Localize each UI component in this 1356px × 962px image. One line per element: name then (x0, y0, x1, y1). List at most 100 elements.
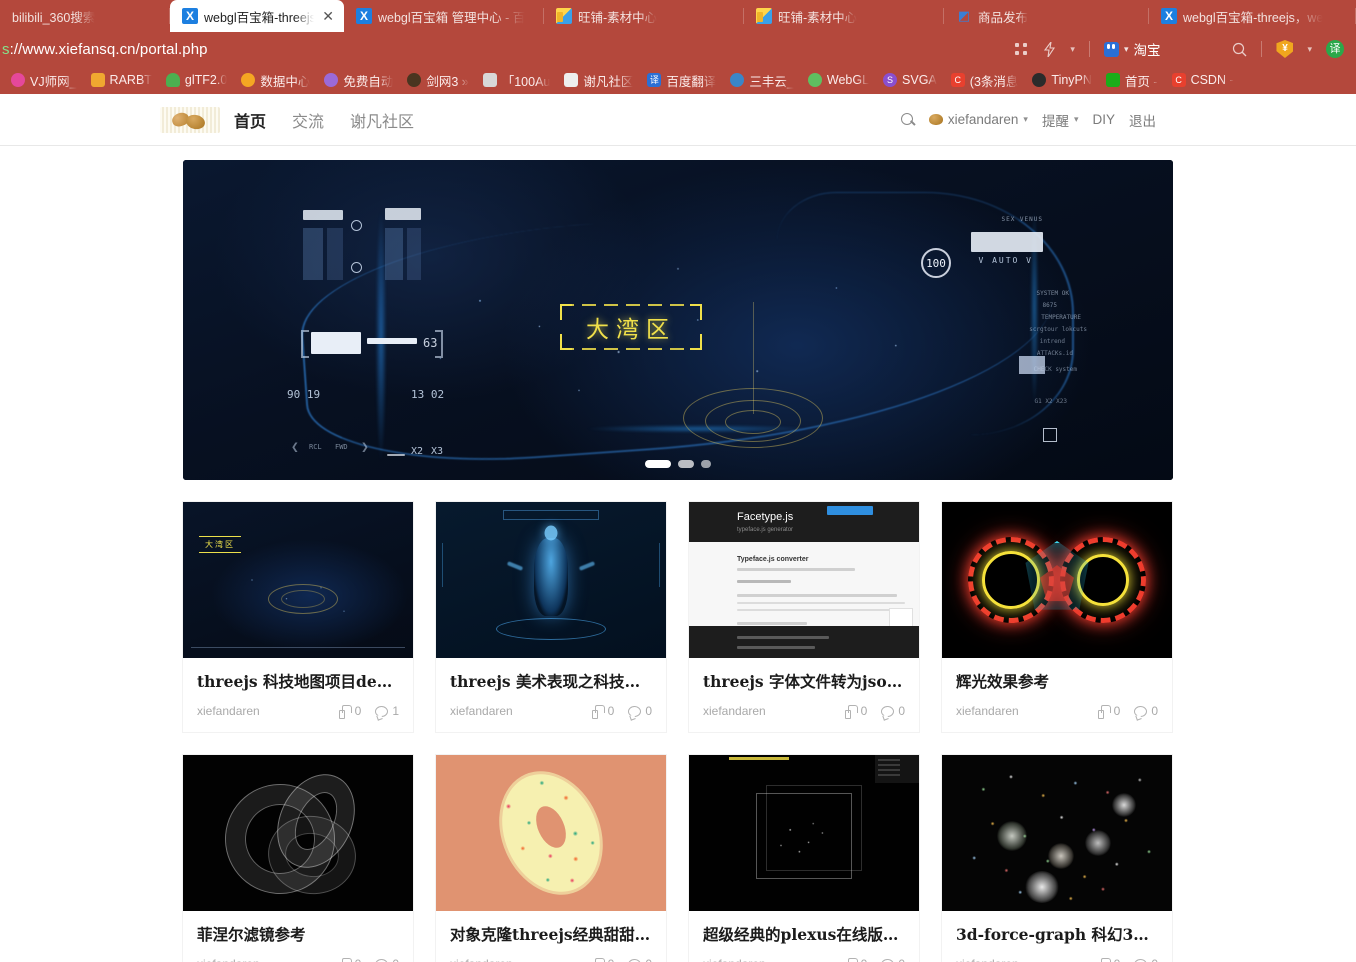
bookmark-item[interactable]: VJ师网_ (4, 71, 84, 90)
diy-link[interactable]: DIY (1092, 112, 1115, 127)
like-stat[interactable]: 0 (845, 957, 867, 962)
article-card[interactable]: Facetype.js typeface.js generator Typefa… (689, 502, 919, 733)
hud-human-body-thumb[interactable] (436, 502, 666, 658)
card-title[interactable]: 辉光效果参考 (956, 672, 1158, 692)
browser-tab-1-active[interactable]: X webgl百宝箱-threejs，we ✕ (170, 0, 344, 32)
nav-item-home[interactable]: 首页 (234, 108, 266, 132)
bookmark-item[interactable]: 剑网3 » (400, 71, 475, 90)
browser-tab-2[interactable]: X webgl百宝箱 管理中心 - 百 (344, 0, 544, 32)
bookmark-item[interactable]: RARBT (84, 73, 159, 87)
hud-right-chip (1019, 356, 1045, 374)
search-icon[interactable] (900, 112, 915, 127)
taobao-shortcut-button[interactable]: ▾ 淘宝 (1103, 39, 1160, 59)
bookmark-item[interactable]: 译百度翻译 (640, 71, 723, 90)
bookmark-item[interactable]: glTF2.0 (159, 73, 234, 87)
figure-arm-right (578, 561, 595, 572)
yen-shield-icon[interactable]: ¥ (1276, 40, 1294, 58)
article-card[interactable]: 大湾区 threejs 科技地图项目demo xiefandaren 0 1 (183, 502, 413, 733)
facetype-js-thumb[interactable]: Facetype.js typeface.js generator Typefa… (689, 502, 919, 658)
browser-tab-3[interactable]: 旺铺-素材中心 (544, 0, 744, 32)
browser-tab-5[interactable]: ◩ 商品发布 (944, 0, 1149, 32)
plexus-cube-thumb[interactable] (689, 755, 919, 912)
card-title[interactable]: 对象克隆threejs经典甜甜圈… (450, 925, 652, 945)
search-icon[interactable] (1232, 42, 1247, 57)
like-stat[interactable]: 0 (338, 704, 361, 720)
hud-prev-arrow[interactable]: ❮ (291, 440, 299, 455)
card-title[interactable]: 超级经典的plexus在线版解… (703, 925, 905, 945)
comment-stat[interactable]: 1 (375, 704, 399, 718)
like-stat[interactable]: 0 (592, 957, 614, 962)
tech-map-thumb[interactable]: 大湾区 (183, 502, 413, 658)
comment-stat[interactable]: 0 (375, 957, 399, 962)
comment-stat[interactable]: 0 (881, 957, 905, 962)
article-card[interactable]: threejs 美术表现之科技大… xiefandaren 0 0 (436, 502, 666, 733)
bookmark-item[interactable]: S SVGA (876, 73, 944, 87)
bookmark-item[interactable]: C CSDN - (1165, 73, 1241, 87)
translate-icon[interactable]: 译 (1326, 40, 1344, 58)
bookmark-item[interactable]: 免费自动 (317, 71, 400, 90)
chevron-down-icon[interactable]: ▾ (1307, 44, 1312, 54)
card-title[interactable]: threejs 字体文件转为json… (703, 672, 905, 692)
lightning-icon[interactable] (1043, 41, 1056, 57)
article-card[interactable]: 超级经典的plexus在线版解… xiefandaren 0 0 (689, 755, 919, 962)
nav-item-exchange[interactable]: 交流 (292, 108, 324, 132)
comment-stat[interactable]: 0 (1134, 704, 1158, 718)
bookmark-item[interactable]: 「100Au (476, 71, 558, 90)
browser-tab-0[interactable]: bilibili_360搜索 (0, 0, 170, 32)
card-title[interactable]: threejs 美术表现之科技大… (450, 672, 652, 692)
bookmark-item[interactable]: 三丰云_ (723, 71, 800, 90)
article-card[interactable]: 菲涅尔滤镜参考 xiefandaren 0 0 (183, 755, 413, 962)
bookmark-icon (807, 73, 822, 87)
bookmark-icon (324, 73, 339, 87)
browser-tab-6[interactable]: X webgl百宝箱-threejs，we (1149, 0, 1356, 32)
like-stat[interactable]: 0 (844, 704, 867, 720)
bookmark-item[interactable]: 首页 - (1099, 71, 1165, 90)
article-card[interactable]: 辉光效果参考 xiefandaren 0 0 (942, 502, 1172, 733)
thumbs-up-icon (591, 705, 605, 720)
hud-panel-2 (327, 228, 343, 280)
comment-stat[interactable]: 0 (628, 957, 652, 962)
card-meta: xiefandaren 0 0 (436, 692, 666, 732)
fresnel-knot-thumb[interactable] (183, 755, 413, 912)
article-card[interactable]: 3d-force-graph 科幻3d神… xiefandaren 0 0 (942, 755, 1172, 962)
peanut-logo[interactable] (160, 106, 220, 133)
bookmark-item[interactable]: WebGL (801, 73, 876, 87)
bookmark-item[interactable]: C (3条消息 (944, 71, 1026, 90)
card-title[interactable]: 3d-force-graph 科幻3d神… (956, 925, 1158, 945)
chevron-down-icon[interactable]: ▾ (1070, 44, 1075, 54)
toolbar-divider (1261, 41, 1263, 57)
comment-stat[interactable]: 0 (1134, 957, 1158, 962)
grid-apps-icon[interactable] (1014, 42, 1029, 57)
close-icon[interactable]: ✕ (322, 9, 334, 23)
carousel-dot-2[interactable] (678, 460, 694, 468)
like-stat[interactable]: 0 (591, 704, 614, 720)
browser-tab-4[interactable]: 旺铺-素材中心 (744, 0, 944, 32)
logout-link[interactable]: 退出 (1129, 110, 1156, 130)
bookmark-item[interactable]: 数据中心 (234, 71, 317, 90)
carousel-dot-3[interactable] (701, 460, 711, 468)
bookmark-item[interactable]: 谢凡社区 (557, 71, 640, 90)
user-menu[interactable]: xiefandaren ▾ (928, 112, 1028, 127)
bookmark-icon: C (950, 73, 965, 87)
hud-next-arrow[interactable]: ❯ (361, 440, 369, 455)
carousel-dot-1[interactable] (645, 460, 671, 468)
notifications-menu[interactable]: 提醒 ▾ (1042, 110, 1079, 130)
comment-stat[interactable]: 0 (628, 704, 652, 718)
address-bar-url[interactable]: s://www.xiefansq.cn/portal.php (0, 41, 1014, 58)
hero-carousel[interactable]: 63 90 19 13 02 ❮ RCL FWD ❯ X2 X3 100 V A… (183, 160, 1173, 480)
card-meta: xiefandaren 0 0 (689, 945, 919, 962)
goods-favicon: ◩ (956, 8, 972, 24)
comment-stat[interactable]: 0 (881, 704, 905, 718)
card-title[interactable]: threejs 科技地图项目demo (197, 672, 399, 692)
like-stat[interactable]: 0 (339, 957, 361, 962)
donut-sprinkles-thumb[interactable] (436, 755, 666, 912)
article-card[interactable]: 对象克隆threejs经典甜甜圈… xiefandaren 0 0 (436, 755, 666, 962)
force-graph-thumb[interactable] (942, 755, 1172, 912)
bookmark-label: SVGA (902, 73, 937, 87)
like-stat[interactable]: 0 (1098, 957, 1120, 962)
card-title[interactable]: 菲涅尔滤镜参考 (197, 925, 399, 945)
like-stat[interactable]: 0 (1097, 704, 1120, 720)
neon-glow-thumb[interactable] (942, 502, 1172, 658)
nav-item-community[interactable]: 谢凡社区 (350, 108, 414, 132)
bookmark-item[interactable]: TinyPN (1025, 73, 1099, 87)
